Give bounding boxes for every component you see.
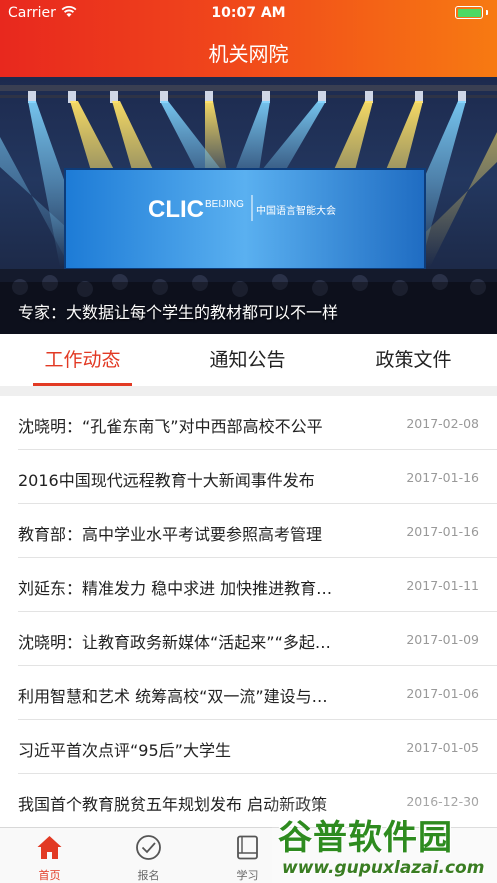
site-watermark: 谷普软件园 www.gupuxlazai.com xyxy=(272,800,497,883)
section-divider xyxy=(0,386,497,396)
news-date: 2017-02-08 xyxy=(406,416,479,431)
news-date: 2017-01-11 xyxy=(406,578,479,593)
news-list: 沈晓明：“孔雀东南飞”对中西部高校不公平 2017-02-08 2016中国现代… xyxy=(0,396,497,828)
list-item[interactable]: 刘延东：精准发力 稳中求进 加快推进教育… 2017-01-11 xyxy=(18,558,497,612)
banner-carousel[interactable]: CLIC BEIJING 中国语言智能大会 专家：大数据让每个学生的教材都可以不… xyxy=(0,77,497,334)
news-date: 2017-01-09 xyxy=(406,632,479,647)
check-circle-icon xyxy=(136,835,161,860)
tab-notices[interactable]: 通知公告 xyxy=(198,334,297,386)
news-title: 2016中国现代远程教育十大新闻事件发布 xyxy=(18,471,315,490)
list-item[interactable]: 沈晓明：“孔雀东南飞”对中西部高校不公平 2017-02-08 xyxy=(18,396,497,450)
news-title: 沈晓明：“孔雀东南飞”对中西部高校不公平 xyxy=(18,417,323,436)
tabbar-home[interactable]: 首页 xyxy=(0,828,99,883)
screen-clic: CLIC xyxy=(148,196,204,223)
news-date: 2017-01-16 xyxy=(406,470,479,485)
list-item[interactable]: 教育部：高中学业水平考试要参照高考管理 2017-01-16 xyxy=(18,504,497,558)
watermark-logo-text: 谷普软件园 xyxy=(278,818,453,858)
home-icon xyxy=(37,836,62,859)
list-item[interactable]: 沈晓明：让教育政务新媒体“活起来”“多起… 2017-01-09 xyxy=(18,612,497,666)
news-date: 2017-01-05 xyxy=(406,740,479,755)
screen-beijing: BEIJING xyxy=(205,199,244,210)
news-title: 刘延东：精准发力 稳中求进 加快推进教育… xyxy=(18,579,333,598)
app-header: Carrier 10:07 AM 机关网院 xyxy=(0,0,497,77)
category-tabs: 工作动态 通知公告 政策文件 xyxy=(0,334,497,386)
list-item[interactable]: 2016中国现代远程教育十大新闻事件发布 2017-01-16 xyxy=(18,450,497,504)
news-title: 利用智慧和艺术 统筹高校“双一流”建设与… xyxy=(18,687,328,706)
news-title: 教育部：高中学业水平考试要参照高考管理 xyxy=(18,525,323,544)
tabbar-signup[interactable]: 报名 xyxy=(99,828,198,883)
tabbar-home-label: 首页 xyxy=(38,869,61,882)
list-item[interactable]: 利用智慧和艺术 统筹高校“双一流”建设与… 2017-01-06 xyxy=(18,666,497,720)
screen-conference: 中国语言智能大会 xyxy=(256,204,336,217)
news-title: 沈晓明：让教育政务新媒体“活起来”“多起… xyxy=(18,633,331,652)
banner-image: CLIC BEIJING 中国语言智能大会 xyxy=(0,85,497,334)
clock: 10:07 AM xyxy=(211,5,286,21)
book-icon xyxy=(237,835,258,860)
page-title: 机关网院 xyxy=(208,42,289,66)
banner-caption: 专家：大数据让每个学生的教材都可以不一样 xyxy=(18,303,339,322)
list-item[interactable]: 习近平首次点评“95后”大学生 2017-01-05 xyxy=(18,720,497,774)
battery-icon xyxy=(455,6,483,19)
news-date: 2017-01-06 xyxy=(406,686,479,701)
tabbar-signup-label: 报名 xyxy=(137,869,160,882)
news-title: 习近平首次点评“95后”大学生 xyxy=(18,741,231,760)
status-bar: Carrier 10:07 AM xyxy=(0,0,497,26)
battery-tip xyxy=(486,10,488,15)
news-date: 2017-01-16 xyxy=(406,524,479,539)
tab-policy-docs[interactable]: 政策文件 xyxy=(364,334,463,386)
watermark-url: www.gupuxlazai.com xyxy=(282,858,485,878)
tab-work-news[interactable]: 工作动态 xyxy=(33,334,132,386)
